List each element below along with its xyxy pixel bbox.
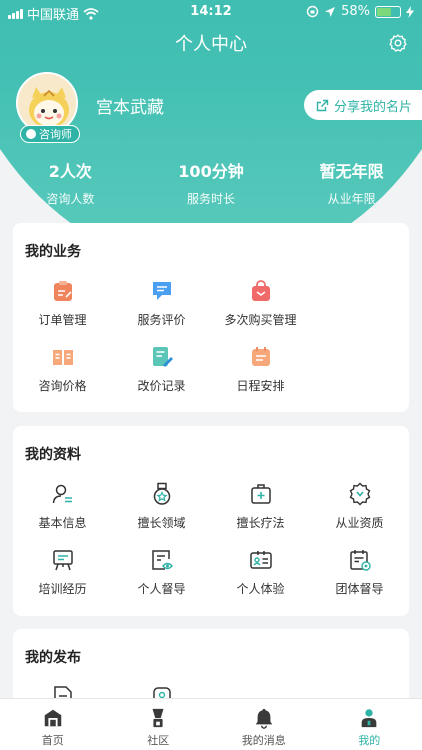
grid-item-label: 订单管理 [38, 313, 87, 327]
user-info-icon [52, 484, 72, 504]
business-item-schedule[interactable]: 日程安排 [211, 345, 310, 394]
badge-dot-icon [26, 129, 36, 139]
tab-home[interactable]: 首页 [0, 699, 106, 750]
order-clipboard-icon [53, 281, 72, 301]
battery-icon [375, 5, 401, 18]
business-item-orders[interactable]: 订单管理 [13, 279, 112, 328]
edit-record-icon [152, 347, 173, 367]
group-supervision-icon [349, 550, 371, 571]
orientation-lock-icon [306, 5, 319, 18]
charging-icon [406, 5, 414, 18]
profile-item-training[interactable]: 培训经历 [13, 548, 112, 597]
medical-kit-icon [250, 484, 271, 504]
tab-label: 我的 [358, 734, 381, 747]
location-arrow-icon [325, 6, 336, 17]
stat-value: 100分钟 [178, 162, 244, 181]
share-card-button[interactable]: 分享我的名片 [303, 90, 422, 120]
profile-item-personal-supervision[interactable]: 个人督导 [112, 548, 211, 597]
medal-icon [153, 482, 170, 505]
tab-label: 首页 [41, 734, 64, 747]
profile-info-card: 我的资料 基本信息 擅长领域 擅长疗法 从业资质 培训经历 个人督导 个人体验 … [13, 426, 409, 616]
grid-item-label: 个人体验 [236, 582, 285, 596]
business-item-multi-purchase[interactable]: 多次购买管理 [211, 279, 310, 328]
profile-item-group-supervision[interactable]: 团体督导 [310, 548, 409, 597]
stat-value: 暂无年限 [319, 162, 384, 181]
grid-item-label: 团体督导 [335, 582, 384, 596]
business-card: 我的业务 订单管理 服务评价 多次购买管理 咨询价格 改价记录 日程安排 [13, 223, 409, 412]
page-title: 个人中心 [175, 34, 247, 55]
profile-item-qualifications[interactable]: 从业资质 [310, 482, 409, 531]
community-icon [152, 708, 164, 728]
grid-item-label: 基本信息 [38, 516, 87, 530]
user-name: 宫本武藏 [96, 98, 164, 118]
stat-years-practice: 暂无年限 从业年限 [281, 158, 422, 207]
counselor-badge: 咨询师 [20, 125, 80, 143]
personal-supervision-icon [151, 550, 173, 570]
stats-row: 2人次 咨询人数 100分钟 服务时长 暂无年限 从业年限 [0, 158, 422, 207]
grid-item-label: 改价记录 [137, 379, 186, 393]
bell-icon [255, 708, 272, 729]
badge-label: 咨询师 [39, 128, 72, 141]
shopping-bag-icon [251, 280, 270, 301]
tab-label: 我的消息 [241, 734, 286, 747]
grid-item-label: 服务评价 [137, 313, 186, 327]
settings-gear-icon[interactable] [388, 33, 408, 53]
grid-item-label: 日程安排 [236, 379, 285, 393]
profile-item-expertise-areas[interactable]: 擅长领域 [112, 482, 211, 531]
business-item-price[interactable]: 咨询价格 [13, 345, 112, 394]
bottom-tab-bar: 首页 社区 我的消息 我的 [0, 698, 422, 750]
grid-item-label: 咨询价格 [38, 379, 87, 393]
share-icon [316, 99, 329, 111]
training-board-icon [52, 550, 73, 571]
tab-community[interactable]: 社区 [106, 699, 212, 750]
stat-label: 从业年限 [327, 192, 376, 206]
calendar-icon [251, 347, 270, 366]
profile-icon [361, 709, 377, 728]
business-item-price-change-log[interactable]: 改价记录 [112, 345, 211, 394]
tab-label: 社区 [147, 734, 170, 747]
stat-label: 服务时长 [187, 192, 236, 206]
grid-item-label: 擅长疗法 [236, 516, 285, 530]
profile-item-expertise-therapies[interactable]: 擅长疗法 [211, 482, 310, 531]
stat-value: 2人次 [48, 162, 92, 181]
grid-item-label: 擅长领域 [137, 516, 186, 530]
home-icon [44, 709, 61, 727]
stat-label: 咨询人数 [46, 192, 95, 206]
publish-section-title: 我的发布 [25, 650, 81, 666]
tab-mine[interactable]: 我的 [317, 699, 422, 750]
grid-item-label: 个人督导 [137, 582, 186, 596]
grid-item-label: 从业资质 [335, 516, 384, 530]
share-label: 分享我的名片 [333, 99, 412, 115]
business-section-title: 我的业务 [25, 244, 81, 260]
grid-item-label: 多次购买管理 [224, 313, 297, 327]
grid-item-label: 培训经历 [38, 582, 87, 596]
price-book-icon [52, 350, 73, 365]
stat-consultations: 2人次 咨询人数 [0, 158, 141, 207]
certificate-icon [349, 482, 370, 506]
profile-item-basic-info[interactable]: 基本信息 [13, 482, 112, 531]
battery-percent: 58% [341, 4, 370, 19]
status-bar: 中国联通 14:12 58% [0, 0, 422, 24]
profile-info-section-title: 我的资料 [25, 447, 81, 463]
chat-review-icon [152, 282, 171, 300]
id-card-icon [249, 551, 272, 569]
profile-item-personal-experience[interactable]: 个人体验 [211, 548, 310, 597]
tab-messages[interactable]: 我的消息 [211, 699, 317, 750]
business-item-reviews[interactable]: 服务评价 [112, 279, 211, 328]
stat-service-duration: 100分钟 服务时长 [141, 158, 282, 207]
